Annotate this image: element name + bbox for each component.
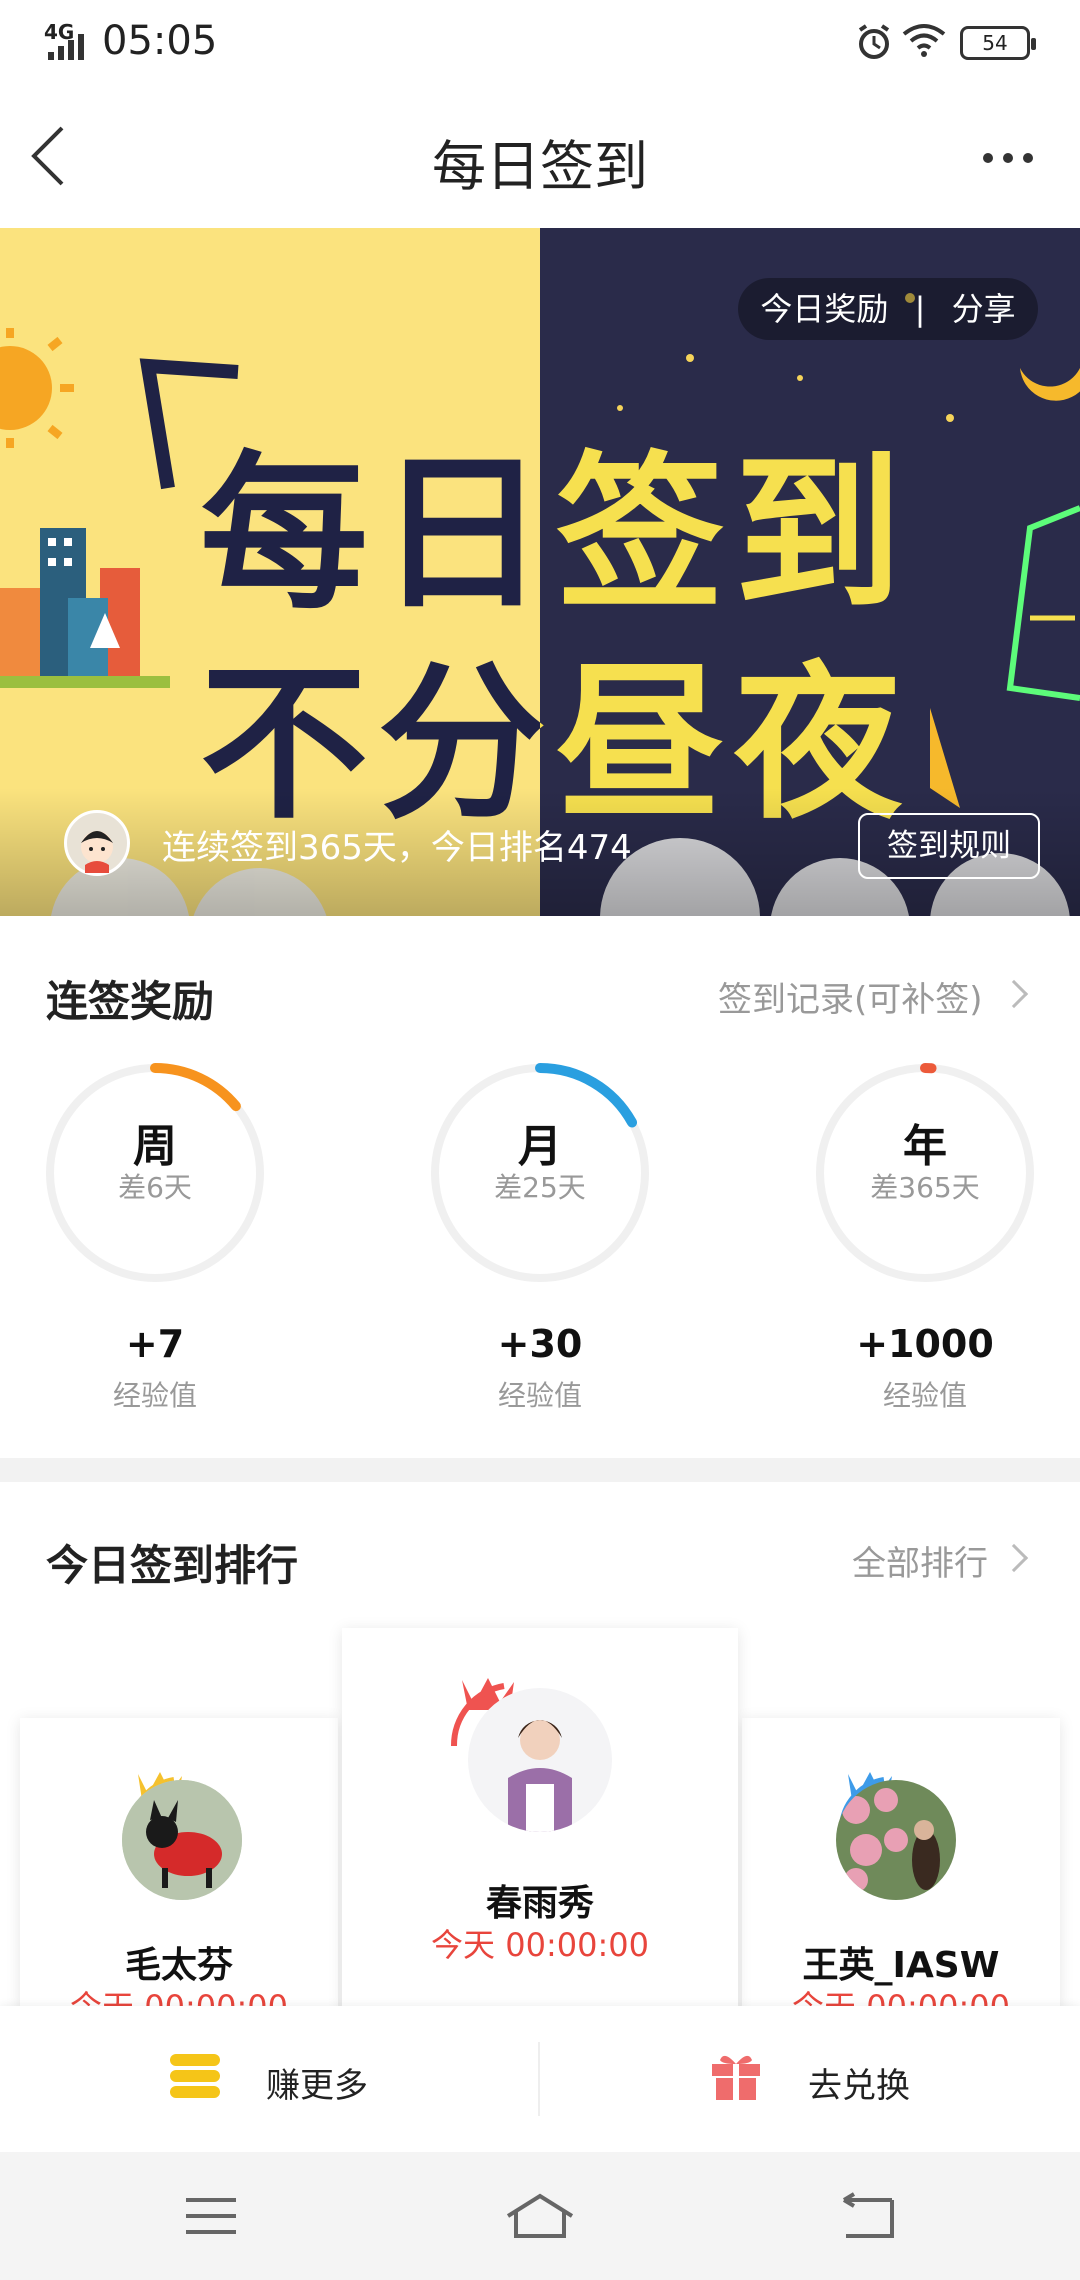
action-bar: 赚更多 去兑换 — [0, 2006, 1080, 2152]
woman-photo-icon — [468, 1688, 612, 1832]
coins-icon — [170, 2054, 220, 2098]
share-reward-pill: 今日奖励 | 分享 — [738, 278, 1038, 340]
reward-unit: 经验值 — [882, 1379, 967, 1412]
rank-card-2[interactable]: 毛太芬 今天 00:00:00 — [20, 1718, 338, 2018]
more-options-icon[interactable] — [982, 150, 1034, 166]
avatar-rank-2 — [122, 1780, 242, 1900]
rank-name: 春雨秀 — [485, 1883, 594, 1924]
reward-unit: 经验值 — [497, 1379, 582, 1412]
back-nav-icon[interactable] — [840, 2192, 896, 2240]
rank-name: 毛太芬 — [124, 1945, 233, 1986]
banner-title-line1-night: 每日签到 — [540, 436, 912, 632]
reward-ring-0: 周差6天 — [40, 1058, 270, 1288]
redeem-button[interactable]: 去兑换 — [540, 2006, 1080, 2152]
reward-value: +30 — [497, 1322, 583, 1366]
section-divider — [0, 1458, 1080, 1482]
clock: 05:05 — [102, 18, 218, 64]
status-bar: 4G 05:05 54 — [0, 0, 1080, 84]
network-type: 4G — [44, 20, 75, 44]
avatar-rank-3 — [836, 1780, 956, 1900]
dog-photo-icon — [122, 1780, 242, 1900]
chevron-right-icon — [999, 1543, 1029, 1573]
pill-separator: | — [914, 290, 926, 328]
ring-remaining: 差25天 — [494, 1171, 586, 1204]
rank-card-3[interactable]: 王英_IASW 今天 00:00:00 — [742, 1718, 1060, 2018]
reward-unit: 经验值 — [112, 1379, 197, 1412]
ring-remaining: 差6天 — [118, 1171, 192, 1204]
gift-icon — [712, 2055, 760, 2100]
ring-period-label: 年 — [903, 1121, 947, 1172]
signin-rules-button[interactable]: 签到规则 — [858, 813, 1040, 879]
sun-illustration — [0, 328, 74, 448]
reward-ring-2: 年差365天 — [810, 1058, 1040, 1288]
user-avatar[interactable] — [64, 810, 130, 876]
reward-ring-1: 月差25天 — [425, 1058, 655, 1288]
banner: 每日签到 不分昼夜 每日签到 不分昼夜 今日奖励 | 分享 连续签到365天，今… — [0, 228, 1080, 916]
home-icon[interactable] — [504, 2192, 576, 2240]
ring-period-label: 月 — [518, 1121, 562, 1172]
today-reward-link[interactable]: 今日奖励 — [760, 290, 888, 328]
ring-period-label: 周 — [133, 1121, 177, 1172]
streak-rewards-title: 连签奖励 — [46, 977, 215, 1026]
rank-name: 王英_IASW — [802, 1945, 1000, 1986]
earn-more-label: 赚更多 — [266, 2066, 368, 2106]
ranking-title: 今日签到排行 — [46, 1541, 299, 1590]
streak-status: 连续签到365天，今日排名474 — [162, 828, 632, 868]
avatar-rank-1 — [468, 1688, 612, 1832]
redeem-label: 去兑换 — [808, 2066, 910, 2106]
signin-record-link[interactable]: 签到记录(可补签) — [718, 972, 983, 1021]
all-ranking-link[interactable]: 全部排行 — [852, 1536, 988, 1585]
reward-value: +7 — [125, 1322, 185, 1366]
app-header: 每日签到 — [0, 84, 1080, 228]
wifi-icon — [902, 24, 946, 57]
rank-card-1[interactable]: 春雨秀 今天 00:00:00 — [342, 1628, 738, 2018]
city-illustration — [0, 528, 170, 688]
chevron-right-icon — [999, 979, 1029, 1009]
share-link[interactable]: 分享 — [952, 290, 1016, 328]
ring-remaining: 差365天 — [870, 1171, 980, 1204]
earn-more-button[interactable]: 赚更多 — [0, 2006, 538, 2152]
menu-icon[interactable] — [184, 2196, 238, 2236]
rank-time: 今天 00:00:00 — [431, 1926, 649, 1964]
system-nav-bar — [0, 2152, 1080, 2280]
reward-value: +1000 — [856, 1322, 994, 1366]
avatar-face-icon — [81, 831, 113, 873]
alarm-icon — [858, 24, 890, 59]
flowers-photo-icon — [836, 1780, 956, 1900]
battery-indicator: 54 — [960, 26, 1036, 60]
page-title: 每日签到 — [432, 135, 648, 198]
